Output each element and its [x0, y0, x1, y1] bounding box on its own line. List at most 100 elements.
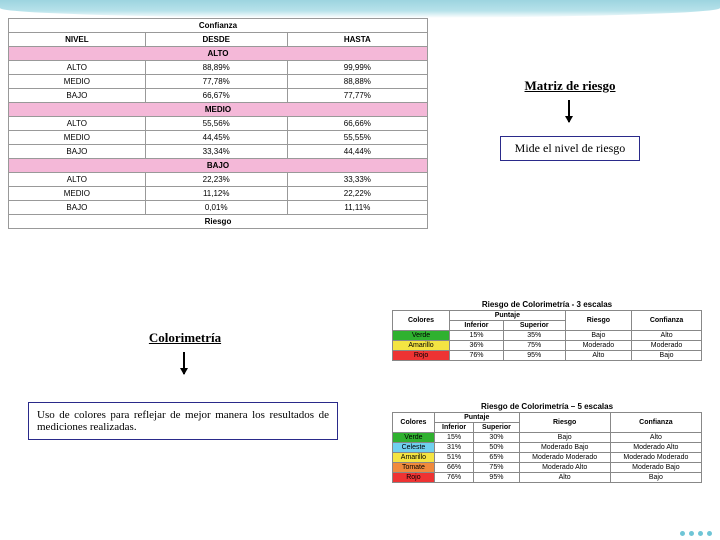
table-cell: 11,11% [287, 201, 427, 215]
confianza-title: Confianza [9, 19, 428, 33]
table-cell: Bajo [632, 351, 702, 361]
heading-matriz: Matriz de riesgo [490, 78, 650, 94]
color-cell: Amarillo [393, 453, 435, 463]
table-cell: Bajo [519, 433, 610, 443]
table-cell: 77,77% [287, 89, 427, 103]
header-wave [0, 0, 720, 18]
table-cell: 77,78% [145, 75, 287, 89]
color3-h-conf: Confianza [632, 311, 702, 331]
confianza-table-wrap: Confianza NIVEL DESDE HASTA ALTOALTO88,8… [8, 18, 428, 229]
color3-h-inf: Inferior [450, 321, 504, 331]
table-cell: ALTO [9, 61, 146, 75]
riesgo-footer: Riesgo [9, 215, 428, 229]
table-cell: MEDIO [9, 187, 146, 201]
table-cell: 55,56% [145, 117, 287, 131]
confianza-table: Confianza NIVEL DESDE HASTA ALTOALTO88,8… [8, 18, 428, 229]
table-cell: ALTO [9, 117, 146, 131]
table-cell: 66,66% [287, 117, 427, 131]
table-cell: 88,89% [145, 61, 287, 75]
table-cell: 30% [474, 433, 519, 443]
table-cell: 95% [503, 351, 565, 361]
table-cell: 15% [434, 433, 473, 443]
table-cell: 0,01% [145, 201, 287, 215]
table-cell: Moderado Moderado [519, 453, 610, 463]
table-cell: 50% [474, 443, 519, 453]
color5-h-colores: Colores [393, 413, 435, 433]
color-cell: Rojo [393, 351, 450, 361]
table-cell: 44,44% [287, 145, 427, 159]
heading-colorimetria: Colorimetría [115, 330, 255, 346]
color-cell: Verde [393, 433, 435, 443]
table-cell: ALTO [9, 173, 146, 187]
table-cell: Alto [610, 433, 701, 443]
color5-h-riesgo: Riesgo [519, 413, 610, 433]
table-cell: BAJO [9, 145, 146, 159]
table-cell: 11,12% [145, 187, 287, 201]
table-cell: 44,45% [145, 131, 287, 145]
color5-table-wrap: Riesgo de Colorimetría – 5 escalas Color… [392, 402, 702, 483]
table-cell: Moderado Bajo [610, 463, 701, 473]
color-cell: Amarillo [393, 341, 450, 351]
table-cell: BAJO [9, 89, 146, 103]
table-cell: 35% [503, 331, 565, 341]
table-cell: 36% [450, 341, 504, 351]
color-cell: Verde [393, 331, 450, 341]
table-cell: Bajo [610, 473, 701, 483]
color3-h-colores: Colores [393, 311, 450, 331]
table-cell: 88,88% [287, 75, 427, 89]
color3-h-puntaje: Puntaje [450, 311, 566, 321]
table-cell: Moderado [632, 341, 702, 351]
color5-title: Riesgo de Colorimetría – 5 escalas [392, 402, 702, 411]
table-cell: 76% [434, 473, 473, 483]
table-cell: 33,33% [287, 173, 427, 187]
table-cell: 75% [474, 463, 519, 473]
table-cell: 22,22% [287, 187, 427, 201]
group-label: ALTO [9, 47, 428, 61]
color3-table-wrap: Riesgo de Colorimetría - 3 escalas Color… [392, 300, 702, 361]
table-cell: BAJO [9, 201, 146, 215]
table-cell: 55,55% [287, 131, 427, 145]
table-cell: Alto [565, 351, 632, 361]
col-hasta: HASTA [287, 33, 427, 47]
color5-h-sup: Superior [474, 423, 519, 433]
group-label: MEDIO [9, 103, 428, 117]
color5-table: Colores Puntaje Riesgo Confianza Inferio… [392, 412, 702, 483]
table-cell: Moderado Alto [610, 443, 701, 453]
box-mide: Mide el nivel de riesgo [500, 136, 640, 161]
table-cell: Bajo [565, 331, 632, 341]
col-nivel: NIVEL [9, 33, 146, 47]
table-cell: 65% [474, 453, 519, 463]
group-label: BAJO [9, 159, 428, 173]
table-cell: Alto [632, 331, 702, 341]
table-cell: 66% [434, 463, 473, 473]
table-cell: Moderado Bajo [519, 443, 610, 453]
table-cell: Moderado Moderado [610, 453, 701, 463]
color3-h-sup: Superior [503, 321, 565, 331]
box-uso-colores: Uso de colores para reflejar de mejor ma… [28, 402, 338, 440]
table-cell: 75% [503, 341, 565, 351]
table-cell: 22,23% [145, 173, 287, 187]
table-cell: 66,67% [145, 89, 287, 103]
color5-h-inf: Inferior [434, 423, 473, 433]
table-cell: 33,34% [145, 145, 287, 159]
table-cell: 95% [474, 473, 519, 483]
color-cell: Celeste [393, 443, 435, 453]
color-cell: Tomate [393, 463, 435, 473]
table-cell: Moderado Alto [519, 463, 610, 473]
arrow-icon [568, 100, 570, 122]
color3-h-riesgo: Riesgo [565, 311, 632, 331]
table-cell: 31% [434, 443, 473, 453]
table-cell: 15% [450, 331, 504, 341]
table-cell: Moderado [565, 341, 632, 351]
arrow-icon [183, 352, 185, 374]
color5-h-conf: Confianza [610, 413, 701, 433]
table-cell: MEDIO [9, 131, 146, 145]
table-cell: 99,99% [287, 61, 427, 75]
table-cell: 51% [434, 453, 473, 463]
color3-title: Riesgo de Colorimetría - 3 escalas [392, 300, 702, 309]
table-cell: Alto [519, 473, 610, 483]
color3-table: Colores Puntaje Riesgo Confianza Inferio… [392, 310, 702, 361]
table-cell: 76% [450, 351, 504, 361]
color-cell: Rojo [393, 473, 435, 483]
col-desde: DESDE [145, 33, 287, 47]
